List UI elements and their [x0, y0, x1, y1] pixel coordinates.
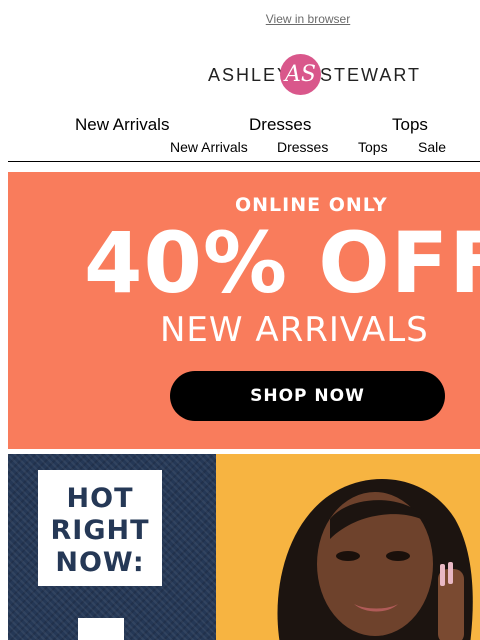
promo-eyebrow: ONLINE ONLY [235, 194, 388, 216]
card-line-2: RIGHT [50, 515, 150, 546]
model-photo [277, 479, 473, 640]
hot-right-now-card: HOT RIGHT NOW: [38, 470, 162, 586]
nav-secondary-new-arrivals[interactable]: New Arrivals [170, 139, 248, 155]
nav-primary-dresses[interactable]: Dresses [249, 115, 311, 135]
promo-subhead: NEW ARRIVALS [160, 310, 429, 350]
promo-headline: 40% OFF [84, 214, 480, 312]
brand-name-right: STEWART [320, 65, 422, 85]
brand-name-left: ASHLEY [208, 65, 292, 85]
nav-primary-new-arrivals[interactable]: New Arrivals [75, 115, 169, 135]
nav-secondary-sale[interactable]: Sale [418, 139, 446, 155]
nav-secondary-tops[interactable]: Tops [358, 139, 388, 155]
secondary-nav: New Arrivals Dresses Tops Sale [0, 139, 480, 157]
hero-banner[interactable]: HOT RIGHT NOW: [8, 454, 480, 640]
nav-divider [8, 161, 480, 162]
brand-monogram: AS [280, 54, 321, 95]
card-line-3: NOW: [55, 547, 145, 578]
view-in-browser-link[interactable]: View in browser [0, 12, 480, 26]
brand-logo[interactable]: ASHLEY AS STEWART [208, 54, 419, 96]
hanger-shape [78, 618, 124, 640]
nav-primary-tops[interactable]: Tops [392, 115, 428, 135]
nav-secondary-dresses[interactable]: Dresses [277, 139, 328, 155]
promo-banner[interactable]: ONLINE ONLY 40% OFF NEW ARRIVALS SHOP NO… [8, 172, 480, 449]
shop-now-button[interactable]: SHOP NOW [170, 371, 445, 421]
primary-nav: New Arrivals Dresses Tops [0, 115, 480, 137]
card-line-1: HOT [66, 483, 134, 514]
